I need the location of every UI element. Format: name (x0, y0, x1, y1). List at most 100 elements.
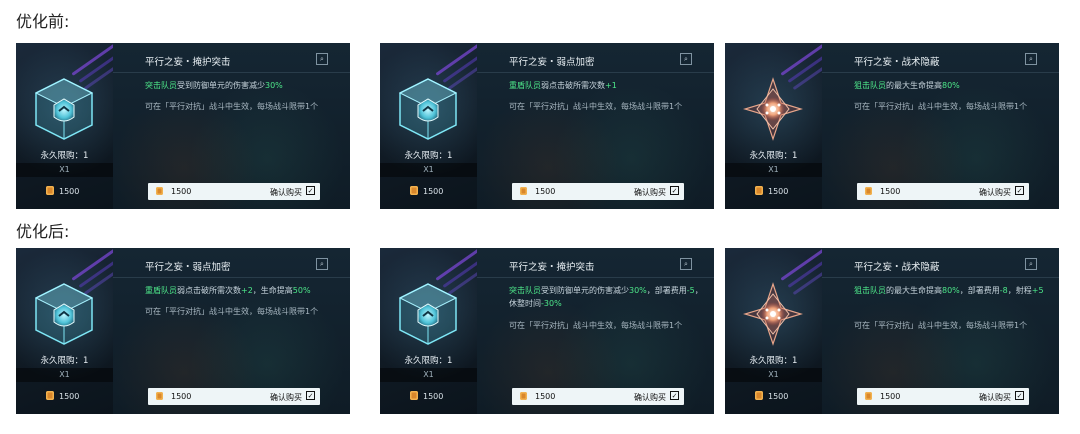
buy-price: 1500 (865, 187, 900, 196)
item-card: 永久限购：1 X1 1500 平行之妄・掩护突击 ⌕ 突击队员受到防御单元的伤害… (16, 43, 350, 209)
item-effect: 突击队员受到防御单元的伤害减少30%，部署费用-5，休整时间-30% (509, 284, 704, 310)
effect-text: ，生命提高 (252, 286, 293, 295)
confirm-purchase-button[interactable]: 1500 确认购买 ✓ (148, 388, 320, 405)
effect-highlight: 突击队员 (509, 286, 541, 295)
coin-icon (865, 392, 872, 400)
item-preview-panel: 永久限购：1 X1 1500 (16, 248, 113, 414)
divider (477, 277, 714, 278)
effect-highlight: 狙击队员 (854, 81, 886, 90)
effect-highlight: +1 (605, 81, 617, 90)
magnify-icon[interactable]: ⌕ (316, 258, 328, 270)
confirm-purchase-button[interactable]: 1500 确认购买 ✓ (512, 183, 684, 200)
confirm-purchase-button[interactable]: 1500 确认购买 ✓ (857, 388, 1029, 405)
item-title: 平行之妄・战术隐蔽 (854, 57, 940, 68)
buy-price: 1500 (520, 392, 555, 401)
checkbox-icon: ✓ (306, 186, 315, 195)
item-card: 永久限购：1 X1 1500 平行之妄・弱点加密 ⌕ 重盾队员弱点击破所需次数+… (380, 43, 714, 209)
item-title: 平行之妄・弱点加密 (509, 57, 595, 68)
magnify-icon[interactable]: ⌕ (680, 53, 692, 65)
purchase-limit: 永久限购：1 (404, 151, 453, 161)
effect-highlight: 30% (629, 286, 647, 295)
item-effect: 重盾队员弱点击破所需次数+2，生命提高50% (145, 284, 340, 297)
coin-icon (46, 186, 54, 195)
item-quantity: X1 (380, 163, 477, 177)
effect-highlight: +5 (1031, 286, 1044, 295)
buy-price-value: 1500 (171, 392, 192, 401)
item-note: 可在「平行对抗」战斗中生效，每场战斗限带1个 (145, 307, 319, 316)
coin-icon (156, 392, 163, 400)
coin-icon (755, 391, 763, 400)
magnify-icon[interactable]: ⌕ (1025, 53, 1037, 65)
section-label-before: 优化前: (16, 12, 70, 31)
checkbox-icon: ✓ (306, 391, 315, 400)
confirm-purchase-button[interactable]: 1500 确认购买 ✓ (857, 183, 1029, 200)
item-effect: 狙击队员的最大生命提高80% (854, 79, 1049, 92)
cube-shield-icon (398, 77, 458, 145)
confirm-label: 确认购买 (979, 393, 1011, 402)
price-value: 1500 (423, 392, 444, 401)
item-card: 永久限购：1 X1 1500 平行之妄・弱点加密 ⌕ 重盾队员弱点击破所需次数+… (16, 248, 350, 414)
item-price: 1500 (410, 186, 443, 196)
item-title: 平行之妄・战术隐蔽 (854, 262, 940, 273)
effect-text: ，部署费用 (959, 286, 1000, 295)
buy-price-value: 1500 (535, 392, 556, 401)
price-value: 1500 (59, 392, 80, 401)
magnify-icon[interactable]: ⌕ (316, 53, 328, 65)
buy-price: 1500 (520, 187, 555, 196)
item-quantity: X1 (16, 368, 113, 382)
item-note: 可在「平行对抗」战斗中生效，每场战斗限带1个 (854, 321, 1028, 330)
item-note: 可在「平行对抗」战斗中生效，每场战斗限带1个 (145, 102, 319, 111)
item-quantity: X1 (16, 163, 113, 177)
item-effect: 重盾队员弱点击破所需次数+1 (509, 79, 704, 92)
item-card: 永久限购：1 X1 1500 平行之妄・战术隐蔽 ⌕ 狙击队员的最大生命提高80… (725, 43, 1059, 209)
confirm-label: 确认购买 (270, 188, 302, 197)
item-detail-panel: 平行之妄・弱点加密 ⌕ 重盾队员弱点击破所需次数+1 可在「平行对抗」战斗中生效… (477, 43, 714, 209)
item-preview-panel: 永久限购：1 X1 1500 (725, 43, 822, 209)
checkbox-icon: ✓ (1015, 186, 1024, 195)
item-preview-panel: 永久限购：1 X1 1500 (380, 43, 477, 209)
effect-highlight: 80% (942, 81, 960, 90)
item-price: 1500 (755, 186, 788, 196)
confirm-label: 确认购买 (634, 188, 666, 197)
buy-price-value: 1500 (171, 187, 192, 196)
coin-icon (410, 391, 418, 400)
effect-highlight: 突击队员 (145, 81, 177, 90)
purchase-limit: 永久限购：1 (404, 356, 453, 366)
magnify-icon[interactable]: ⌕ (1025, 258, 1037, 270)
effect-text: 弱点击破所需次数 (541, 81, 605, 90)
item-note: 可在「平行对抗」战斗中生效，每场战斗限带1个 (509, 102, 683, 111)
magnify-icon[interactable]: ⌕ (680, 258, 692, 270)
item-title: 平行之妄・掩护突击 (509, 262, 595, 273)
divider (477, 72, 714, 73)
item-detail-panel: 平行之妄・弱点加密 ⌕ 重盾队员弱点击破所需次数+2，生命提高50% 可在「平行… (113, 248, 350, 414)
item-price: 1500 (46, 186, 79, 196)
effect-highlight: +2 (241, 286, 253, 295)
effect-text: 受到防御单元的伤害减少 (177, 81, 265, 90)
purchase-limit: 永久限购：1 (40, 356, 89, 366)
price-value: 1500 (423, 187, 444, 196)
item-quantity: X1 (380, 368, 477, 382)
item-card: 永久限购：1 X1 1500 平行之妄・掩护突击 ⌕ 突击队员受到防御单元的伤害… (380, 248, 714, 414)
crystal-star-icon (742, 282, 804, 350)
item-price: 1500 (46, 391, 79, 401)
effect-highlight: -5 (686, 286, 695, 295)
buy-price-value: 1500 (880, 392, 901, 401)
item-preview-panel: 永久限购：1 X1 1500 (380, 248, 477, 414)
coin-icon (410, 186, 418, 195)
item-price: 1500 (755, 391, 788, 401)
item-title: 平行之妄・弱点加密 (145, 262, 231, 273)
coin-icon (520, 187, 527, 195)
buy-price-value: 1500 (880, 187, 901, 196)
item-quantity: X1 (725, 368, 822, 382)
coin-icon (46, 391, 54, 400)
buy-price-value: 1500 (535, 187, 556, 196)
effect-highlight: 狙击队员 (854, 286, 886, 295)
confirm-purchase-button[interactable]: 1500 确认购买 ✓ (148, 183, 320, 200)
confirm-purchase-button[interactable]: 1500 确认购买 ✓ (512, 388, 684, 405)
section-label-after: 优化后: (16, 222, 70, 241)
buy-price: 1500 (865, 392, 900, 401)
item-note: 可在「平行对抗」战斗中生效，每场战斗限带1个 (509, 321, 683, 330)
effect-highlight: 80% (942, 286, 960, 295)
item-title: 平行之妄・掩护突击 (145, 57, 231, 68)
item-detail-panel: 平行之妄・掩护突击 ⌕ 突击队员受到防御单元的伤害减少30% 可在「平行对抗」战… (113, 43, 350, 209)
